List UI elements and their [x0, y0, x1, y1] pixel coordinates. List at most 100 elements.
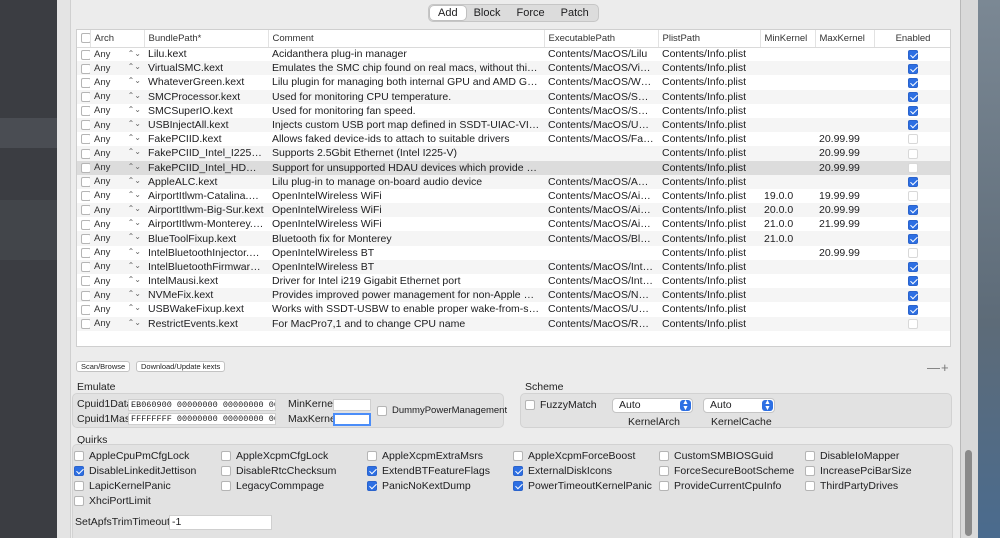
- comment-cell[interactable]: Used for monitoring fan speed.: [268, 104, 544, 118]
- table-row[interactable]: Any ⌃⌄ IntelBluetoothInjector.kext OpenInte…: [77, 246, 950, 260]
- enabled-cell[interactable]: [874, 132, 950, 146]
- maxkernel-cell[interactable]: 20.99.99: [815, 160, 874, 175]
- table-row[interactable]: Any ⌃⌄ NVMeFix.kext Provides improved power…: [77, 288, 950, 303]
- quirk-checkbox[interactable]: [74, 496, 84, 506]
- comment-cell[interactable]: Lilu plugin for managing both internal G…: [268, 75, 544, 89]
- minkernel-cell[interactable]: [760, 259, 815, 274]
- quirk-checkbox[interactable]: [513, 466, 523, 476]
- enabled-cell[interactable]: [874, 288, 950, 303]
- arch-cell[interactable]: Any ⌃⌄: [90, 75, 144, 89]
- col-maxkernel[interactable]: MaxKernel: [815, 30, 875, 48]
- enabled-checkbox[interactable]: [908, 304, 918, 315]
- maxkernel-cell[interactable]: 20.99.99: [815, 203, 874, 218]
- quirk-option[interactable]: ThirdPartyDrives: [805, 480, 898, 492]
- row-select[interactable]: [77, 146, 90, 161]
- row-select[interactable]: [77, 160, 90, 175]
- minkernel-cell[interactable]: 19.0.0: [760, 189, 815, 203]
- arch-stepper-icon[interactable]: ⌃⌄: [128, 232, 141, 241]
- executablepath-cell[interactable]: Contents/MacOS/SMC…: [544, 89, 658, 104]
- enabled-checkbox[interactable]: [908, 318, 918, 329]
- dummy-power-management-checkbox[interactable]: [377, 405, 387, 416]
- bundlepath-cell[interactable]: AirportItlwm-Catalina.kext: [144, 189, 268, 203]
- plistpath-cell[interactable]: Contents/Info.plist: [658, 316, 760, 331]
- executablepath-cell[interactable]: Contents/MacOS/Intel…: [544, 259, 658, 274]
- table-row[interactable]: Any ⌃⌄ WhateverGreen.kext Lilu plugin for m…: [77, 75, 950, 89]
- bundlepath-cell[interactable]: IntelBluetoothFirmware.…: [144, 259, 268, 274]
- col-executablepath[interactable]: ExecutablePath: [544, 30, 659, 48]
- maxkernel-cell[interactable]: 20.99.99: [815, 132, 874, 146]
- row-select-checkbox[interactable]: [81, 219, 90, 230]
- arch-cell[interactable]: Any ⌃⌄: [90, 117, 144, 133]
- kernelcache-select[interactable]: Auto ▲ ▼: [703, 398, 775, 413]
- enabled-cell[interactable]: [874, 203, 950, 218]
- fuzzymatch-checkbox[interactable]: [525, 400, 535, 410]
- executablepath-cell[interactable]: Contents/MacOS/Blue…: [544, 231, 658, 246]
- add-remove-controls[interactable]: —+: [927, 360, 950, 375]
- maxkernel-cell[interactable]: 19.99.99: [815, 189, 874, 203]
- bundlepath-cell[interactable]: FakePCIID.kext: [144, 132, 268, 146]
- plistpath-cell[interactable]: Contents/Info.plist: [658, 246, 760, 260]
- plistpath-cell[interactable]: Contents/Info.plist: [658, 259, 760, 274]
- comment-cell[interactable]: Acidanthera plug-in manager: [268, 47, 544, 61]
- table-row[interactable]: Any ⌃⌄ IntelBluetoothFirmware.… OpenIntelWi…: [77, 259, 950, 274]
- table-row[interactable]: Any ⌃⌄ RestrictEvents.kext For MacPro7,1 an…: [77, 316, 950, 331]
- row-select-checkbox[interactable]: [81, 106, 90, 117]
- arch-cell[interactable]: Any ⌃⌄: [90, 288, 144, 303]
- enabled-cell[interactable]: [874, 174, 950, 189]
- minkernel-cell[interactable]: [760, 104, 815, 118]
- maxkernel-cell[interactable]: [815, 89, 874, 104]
- arch-stepper-icon[interactable]: ⌃⌄: [128, 275, 141, 284]
- enabled-checkbox[interactable]: [908, 120, 918, 131]
- arch-stepper-icon[interactable]: ⌃⌄: [128, 261, 141, 270]
- arch-cell[interactable]: Any ⌃⌄: [90, 132, 144, 146]
- enabled-cell[interactable]: [874, 47, 950, 61]
- arch-cell[interactable]: Any ⌃⌄: [90, 189, 144, 203]
- plistpath-cell[interactable]: Contents/Info.plist: [658, 274, 760, 288]
- row-select[interactable]: [77, 302, 90, 316]
- minkernel-cell[interactable]: [760, 160, 815, 175]
- row-select[interactable]: [77, 203, 90, 218]
- arch-cell[interactable]: Any ⌃⌄: [90, 104, 144, 118]
- quirk-checkbox[interactable]: [221, 481, 231, 491]
- arch-cell[interactable]: Any ⌃⌄: [90, 217, 144, 231]
- quirk-option[interactable]: ForceSecureBootScheme: [659, 465, 794, 477]
- bundlepath-cell[interactable]: USBWakeFixup.kext: [144, 302, 268, 316]
- comment-cell[interactable]: Allows faked device-ids to attach to sui…: [268, 132, 544, 146]
- plistpath-cell[interactable]: Contents/Info.plist: [658, 104, 760, 118]
- bundlepath-cell[interactable]: AirportItlwm-Monterey.k…: [144, 217, 268, 231]
- executablepath-cell[interactable]: Contents/MacOS/Lilu: [544, 47, 658, 61]
- executablepath-cell[interactable]: Contents/MacOS/Intel…: [544, 274, 658, 288]
- quirk-checkbox[interactable]: [74, 466, 84, 476]
- minkernel-cell[interactable]: [760, 288, 815, 303]
- plistpath-cell[interactable]: Contents/Info.plist: [658, 203, 760, 218]
- enabled-checkbox[interactable]: [908, 290, 918, 301]
- row-select-checkbox[interactable]: [81, 290, 90, 301]
- bundlepath-cell[interactable]: NVMeFix.kext: [144, 288, 268, 303]
- col-enabled[interactable]: Enabled: [874, 30, 950, 48]
- maxkernel-cell[interactable]: [815, 316, 874, 331]
- executablepath-cell[interactable]: Contents/MacOS/USB…: [544, 117, 658, 133]
- enabled-checkbox[interactable]: [908, 262, 918, 273]
- row-select-checkbox[interactable]: [81, 49, 90, 60]
- arch-cell[interactable]: Any ⌃⌄: [90, 203, 144, 218]
- arch-stepper-icon[interactable]: ⌃⌄: [128, 247, 141, 256]
- enabled-checkbox[interactable]: [908, 63, 918, 74]
- row-select-checkbox[interactable]: [81, 148, 90, 159]
- quirk-checkbox[interactable]: [513, 451, 523, 461]
- arch-cell[interactable]: Any ⌃⌄: [90, 316, 144, 331]
- fuzzymatch-option[interactable]: FuzzyMatch: [525, 399, 597, 411]
- row-select[interactable]: [77, 89, 90, 104]
- quirk-option[interactable]: ProvideCurrentCpuInfo: [659, 480, 781, 492]
- executablepath-cell[interactable]: Contents/MacOS/Airp…: [544, 203, 658, 218]
- quirk-option[interactable]: IncreasePciBarSize: [805, 465, 912, 477]
- comment-cell[interactable]: Works with SSDT-USBW to enable proper wa…: [268, 302, 544, 316]
- plistpath-cell[interactable]: Contents/Info.plist: [658, 61, 760, 76]
- enabled-checkbox[interactable]: [908, 191, 918, 202]
- row-select[interactable]: [77, 217, 90, 231]
- table-row[interactable]: Any ⌃⌄ SMCSuperIO.kext Used for monitoring …: [77, 104, 950, 118]
- cpuid1mask-field[interactable]: FFFFFFFF 00000000 00000000 00000000: [128, 413, 276, 425]
- maxkernel-cell[interactable]: [815, 75, 874, 89]
- arch-cell[interactable]: Any ⌃⌄: [90, 302, 144, 316]
- row-select-checkbox[interactable]: [81, 91, 90, 102]
- arch-cell[interactable]: Any ⌃⌄: [90, 259, 144, 274]
